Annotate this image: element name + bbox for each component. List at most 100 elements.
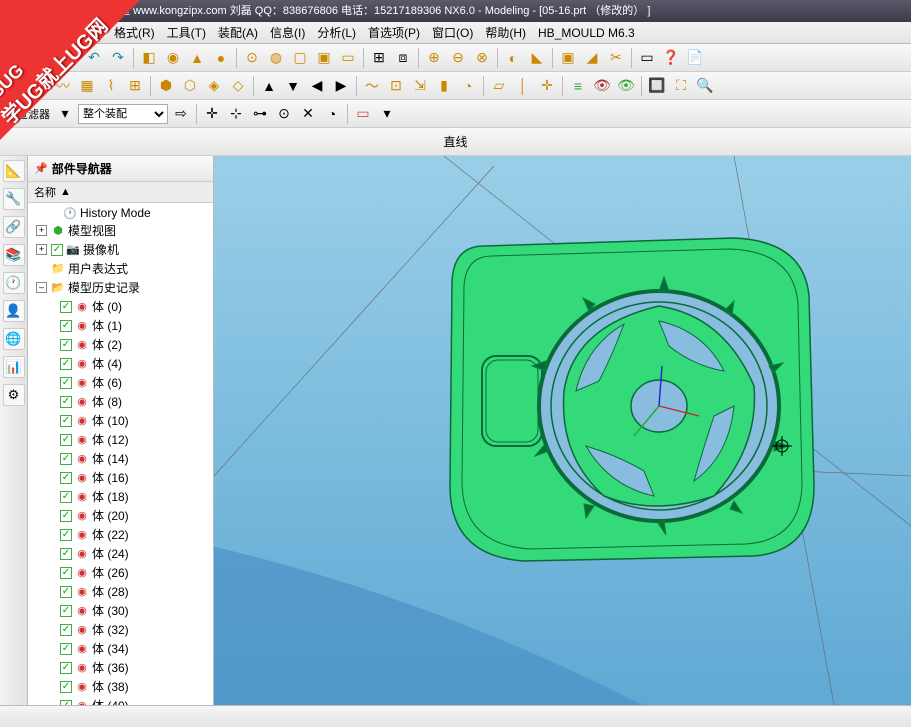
snap-end-icon[interactable]: ⊹ [225, 103, 247, 125]
box-icon[interactable]: ▭ [636, 47, 658, 69]
unite-icon[interactable]: ⊕ [423, 47, 445, 69]
through-curve-icon[interactable]: ⌇ [100, 75, 122, 97]
checkbox-icon[interactable]: ✓ [60, 605, 72, 617]
sphere-icon[interactable]: ● [210, 47, 232, 69]
checkbox-icon[interactable]: ✓ [60, 681, 72, 693]
menu-insert[interactable]: 插入(S) [56, 24, 108, 41]
tree-body-item[interactable]: ✓◉体 (28) [28, 582, 213, 601]
menu-info[interactable]: 信息(I) [264, 24, 311, 41]
fit-icon[interactable]: ⛶ [670, 75, 692, 97]
hide-icon[interactable]: 👁 [591, 75, 613, 97]
menu-window[interactable]: 窗口(O) [426, 24, 479, 41]
tree-body-item[interactable]: ✓◉体 (2) [28, 335, 213, 354]
wave-icon[interactable]: 〜 [361, 75, 383, 97]
op2-icon[interactable]: ◇ [227, 75, 249, 97]
checkbox-icon[interactable]: ✓ [60, 510, 72, 522]
menu-hbmould[interactable]: HB_MOULD M6.3 [532, 26, 641, 40]
tree-item[interactable]: +⬢模型视图 [28, 221, 213, 240]
tree-body-item[interactable]: ✓◉体 (24) [28, 544, 213, 563]
tree-body-item[interactable]: ✓◉体 (16) [28, 468, 213, 487]
sweep-icon[interactable]: 〰 [52, 75, 74, 97]
pattern-icon[interactable]: ⊞ [368, 47, 390, 69]
tree-body-item[interactable]: ✓◉体 (20) [28, 506, 213, 525]
pocket-icon[interactable]: ▢ [289, 47, 311, 69]
tree-body-item[interactable]: ✓◉体 (22) [28, 525, 213, 544]
mesh-icon[interactable]: ⊞ [124, 75, 146, 97]
tree-item[interactable]: –📂模型历史记录 [28, 278, 213, 297]
expand-icon[interactable]: – [36, 282, 47, 293]
selection-box-icon[interactable]: ▭ [352, 103, 374, 125]
boss-icon[interactable]: ◍ [265, 47, 287, 69]
checkbox-icon[interactable]: ✓ [60, 548, 72, 560]
tree-body-item[interactable]: ✓◉体 (26) [28, 563, 213, 582]
wrap-icon[interactable]: ◔ [457, 75, 479, 97]
chamfer-icon[interactable]: ◣ [526, 47, 548, 69]
tree-body-item[interactable]: ✓◉体 (10) [28, 411, 213, 430]
zoom-icon[interactable]: 🔍 [694, 75, 716, 97]
checkbox-icon[interactable]: ✓ [60, 453, 72, 465]
reuse-tab[interactable]: 📚 [3, 244, 25, 266]
draft-icon[interactable]: ◢ [581, 47, 603, 69]
help-icon[interactable]: ❓ [660, 47, 682, 69]
checkbox-icon[interactable]: ✓ [60, 320, 72, 332]
filter-dropdown-icon[interactable]: ▾ [54, 103, 76, 125]
extrude-icon[interactable]: ◫ [4, 75, 26, 97]
tree-body-item[interactable]: ✓◉体 (6) [28, 373, 213, 392]
show-icon[interactable]: 👁 [615, 75, 637, 97]
snap-intersect-icon[interactable]: ✕ [297, 103, 319, 125]
copy-icon[interactable]: 📋 [59, 47, 81, 69]
slot-icon[interactable]: ▭ [337, 47, 359, 69]
checkbox-icon[interactable]: ✓ [60, 700, 72, 706]
checkbox-icon[interactable]: ✓ [60, 434, 72, 446]
history-tab[interactable]: 🕐 [3, 272, 25, 294]
expand-icon[interactable]: + [36, 225, 47, 236]
redo-icon[interactable]: ↷ [107, 47, 129, 69]
tree-body-item[interactable]: ✓◉体 (38) [28, 677, 213, 696]
cone-icon[interactable]: ▲ [186, 47, 208, 69]
layer-icon[interactable]: ≡ [567, 75, 589, 97]
checkbox-icon[interactable]: ✓ [60, 377, 72, 389]
process-tab[interactable]: ⚙ [3, 384, 25, 406]
csys-icon[interactable]: ✛ [536, 75, 558, 97]
tree-body-item[interactable]: ✓◉体 (14) [28, 449, 213, 468]
cylinder-icon[interactable]: ◉ [162, 47, 184, 69]
trim-icon[interactable]: ✂ [605, 47, 627, 69]
tree-body-item[interactable]: ✓◉体 (18) [28, 487, 213, 506]
tree-body-item[interactable]: ✓◉体 (12) [28, 430, 213, 449]
checkbox-icon[interactable]: ✓ [60, 491, 72, 503]
tool-b-icon[interactable]: ▼ [282, 75, 304, 97]
checkbox-icon[interactable]: ✓ [60, 662, 72, 674]
tree-body-item[interactable]: ✓◉体 (4) [28, 354, 213, 373]
subtract-icon[interactable]: ⊖ [447, 47, 469, 69]
snap-mid-icon[interactable]: ⊶ [249, 103, 271, 125]
checkbox-icon[interactable]: ✓ [60, 358, 72, 370]
hole-icon[interactable]: ⊙ [241, 47, 263, 69]
browser-tab[interactable]: 🌐 [3, 328, 25, 350]
checkbox-icon[interactable]: ✓ [60, 624, 72, 636]
graphics-viewport[interactable] [214, 156, 911, 705]
roles-tab[interactable]: 👤 [3, 300, 25, 322]
ruled-icon[interactable]: ▦ [76, 75, 98, 97]
checkbox-icon[interactable]: ✓ [60, 415, 72, 427]
snap-center-icon[interactable]: ⊙ [273, 103, 295, 125]
checkbox-icon[interactable]: ✓ [60, 529, 72, 541]
view-icon[interactable]: 🔲 [646, 75, 668, 97]
thicken-icon[interactable]: ▮ [433, 75, 455, 97]
constraint-tab[interactable]: 🔗 [3, 216, 25, 238]
checkbox-icon[interactable]: ✓ [60, 396, 72, 408]
datum-axis-icon[interactable]: │ [512, 75, 534, 97]
cut-icon[interactable]: ✂️ [35, 47, 57, 69]
checkbox-icon[interactable]: ✓ [60, 472, 72, 484]
scope-arrow-icon[interactable]: ⇨ [170, 103, 192, 125]
menu-assembly[interactable]: 装配(A) [212, 24, 264, 41]
offset-icon[interactable]: ⊡ [385, 75, 407, 97]
shell-icon[interactable]: ▣ [557, 47, 579, 69]
tool-c-icon[interactable]: ◀ [306, 75, 328, 97]
assembly-scope-select[interactable]: 整个装配 [78, 104, 168, 124]
checkbox-icon[interactable]: ✓ [60, 586, 72, 598]
tool-icon[interactable]: ⬢ [155, 75, 177, 97]
tree-item[interactable]: +✓📷摄像机 [28, 240, 213, 259]
tree-item[interactable]: 🕐History Mode [28, 205, 213, 221]
scale-icon[interactable]: ⇲ [409, 75, 431, 97]
block-icon[interactable]: ◧ [138, 47, 160, 69]
